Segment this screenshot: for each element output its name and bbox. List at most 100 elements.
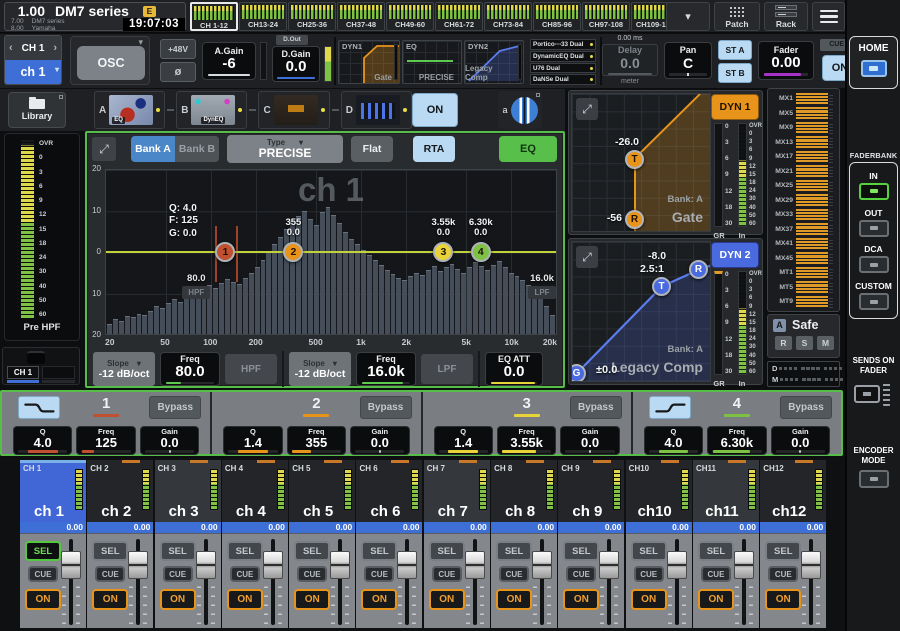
lpf-button[interactable]: LPF [421, 354, 473, 384]
fader-knob[interactable] [196, 551, 216, 579]
encoder-mode-button[interactable] [859, 470, 889, 488]
hpf-freq-knob[interactable]: Freq 80.0 [160, 352, 220, 386]
collapse-meters-button[interactable]: ▾ [666, 2, 710, 31]
sel-button[interactable]: SEL [361, 541, 397, 561]
eq-bank-b-tab[interactable]: Bank B [175, 136, 219, 162]
insert-plugin-item[interactable]: Portico⋯33 Dual [530, 39, 596, 50]
band-bypass-button[interactable]: Bypass [149, 396, 201, 419]
insert-plugin-item[interactable]: U76 Dual [530, 63, 596, 74]
sel-button[interactable]: SEL [496, 541, 532, 561]
fader-value-box[interactable]: Fader 0.00 [758, 41, 814, 80]
channel-name-box[interactable]: CH 6ch 6 [356, 460, 422, 522]
prev-channel-icon[interactable]: ‹ [9, 42, 13, 54]
meter-bank[interactable]: CH37-48 [337, 2, 385, 31]
insert-slot-b[interactable]: B DynEQ [176, 91, 247, 129]
channel-name-box[interactable]: CH 1ch 1 [20, 460, 86, 522]
eq-bank-a-tab[interactable]: Bank A [131, 136, 175, 162]
sel-button[interactable]: SEL [160, 541, 196, 561]
channel-name-box[interactable]: CH 7ch 7 [424, 460, 490, 522]
fader-knob[interactable] [667, 551, 687, 579]
fader-knob[interactable] [61, 551, 81, 579]
delay-knob[interactable]: Delay 0.0 [602, 44, 658, 76]
cue-button[interactable]: CUE [768, 566, 798, 582]
on-button[interactable]: ON [294, 589, 330, 610]
faderbank-dca[interactable]: DCA [859, 244, 889, 273]
eq-mini-view[interactable]: EQ PRECISE [402, 40, 462, 84]
rta-toggle-button[interactable]: RTA [413, 136, 455, 162]
band-bypass-button[interactable]: Bypass [780, 396, 832, 419]
on-button[interactable]: ON [361, 589, 397, 610]
fader-knob[interactable] [128, 551, 148, 579]
dyn1-button[interactable]: DYN 1 [711, 94, 759, 120]
channel-name-box[interactable]: CH 2ch 2 [87, 460, 153, 522]
on-button[interactable]: ON [765, 589, 801, 610]
channel-name-box[interactable]: CH 5ch 5 [289, 460, 355, 522]
cue-button[interactable]: CUE [432, 566, 462, 582]
meter-bank[interactable]: CH85-96 [533, 2, 581, 31]
cue-button[interactable]: CUE [163, 566, 193, 582]
on-button[interactable]: ON [429, 589, 465, 610]
cue-button[interactable]: CUE [230, 566, 260, 582]
fader-knob[interactable] [263, 551, 283, 579]
expand-icon[interactable]: ⤢ [576, 246, 598, 268]
st-b-button[interactable]: ST B [718, 63, 752, 83]
dyn2-mini-view[interactable]: DYN2 Legacy Comp [464, 40, 524, 84]
comp-graph[interactable]: ⤢ -8.0 2.5:1 ±0.0 T R G Bank: A Legacy C… [571, 241, 711, 382]
band-1-q-knob[interactable]: Q4.0 [13, 426, 72, 455]
band-2-q-knob[interactable]: Q1.4 [223, 426, 282, 455]
channel-name-box[interactable]: CH 4ch 4 [222, 460, 288, 522]
eq-band-handle-4[interactable]: 4 [471, 242, 491, 262]
patch-button[interactable]: Patch [714, 2, 760, 31]
band-4-q-knob[interactable]: Q4.0 [644, 426, 703, 455]
band-type-button[interactable] [649, 396, 691, 419]
meter-bank[interactable]: CH49-60 [386, 2, 434, 31]
fader-knob[interactable] [532, 551, 552, 579]
menu-button[interactable] [812, 2, 845, 31]
eq-graph[interactable]: ch 1 Q: 4.0F: 125G: 0.0 80.0 HPF 16.0k L… [105, 169, 557, 335]
eq-flat-button[interactable]: Flat [351, 136, 393, 162]
insert-slot-d[interactable]: D [341, 91, 412, 129]
channel-name-box[interactable]: CH12ch12 [760, 460, 826, 522]
lpf-marker[interactable]: 16.0k LPF [522, 273, 557, 299]
channel-name-button[interactable]: ch 1 ▾ [5, 60, 61, 84]
faderbank-in[interactable]: IN [859, 171, 889, 200]
sel-button[interactable]: SEL [563, 541, 599, 561]
eq-att-knob[interactable]: EQ ATT 0.0 [485, 352, 543, 386]
digital-gain-knob[interactable]: D.Gain 0.0 [272, 46, 320, 82]
hpf-marker[interactable]: 80.0 HPF [176, 273, 216, 299]
ratio-handle[interactable]: R [689, 260, 708, 279]
cue-button[interactable]: CUE [701, 566, 731, 582]
cue-button[interactable]: CUE [28, 566, 58, 582]
band-type-button[interactable] [18, 396, 60, 419]
on-button[interactable]: ON [698, 589, 734, 610]
hpf-button[interactable]: HPF [225, 354, 277, 384]
band-3-q-knob[interactable]: Q1.4 [434, 426, 493, 455]
band-2-freq-knob[interactable]: Freq355 [287, 426, 346, 455]
range-handle[interactable]: R [625, 210, 644, 229]
band-1-gain-knob[interactable]: Gain0.0 [140, 426, 199, 455]
threshold-handle[interactable]: T [652, 277, 671, 296]
gain-handle[interactable]: G [571, 364, 586, 382]
sel-button[interactable]: SEL [765, 541, 801, 561]
recall-safe-button[interactable]: R [775, 336, 792, 350]
cue-button[interactable]: CUE [566, 566, 596, 582]
st-a-button[interactable]: ST A [718, 40, 752, 60]
lpf-freq-knob[interactable]: Freq 16.0k [356, 352, 416, 386]
cue-button[interactable]: CUE [499, 566, 529, 582]
insert-plugin-item[interactable]: DaNSe Dual [530, 74, 596, 85]
sel-button[interactable]: SEL [92, 541, 128, 561]
channel-name-box[interactable]: CH 3ch 3 [155, 460, 221, 522]
channel-name-box[interactable]: CH 9ch 9 [558, 460, 624, 522]
sel-button[interactable]: SEL [294, 541, 330, 561]
insert-slot-a[interactable]: A EQ [94, 91, 165, 129]
channel-name-box[interactable]: CH10ch10 [626, 460, 692, 522]
sel-button[interactable]: SEL [698, 541, 734, 561]
insert-plugin-item[interactable]: DynamicEQ Dual [530, 51, 596, 62]
dyn1-mini-view[interactable]: DYN1 Gate [338, 40, 400, 84]
on-button[interactable]: ON [563, 589, 599, 610]
phantom-48v-button[interactable]: +48V [160, 39, 196, 59]
band-2-gain-knob[interactable]: Gain0.0 [350, 426, 409, 455]
library-button[interactable]: Library [8, 92, 66, 128]
band-1-freq-knob[interactable]: Freq125 [76, 426, 135, 455]
hpf-slope-dropdown[interactable]: Slope▾ -12 dB/oct [93, 352, 155, 386]
